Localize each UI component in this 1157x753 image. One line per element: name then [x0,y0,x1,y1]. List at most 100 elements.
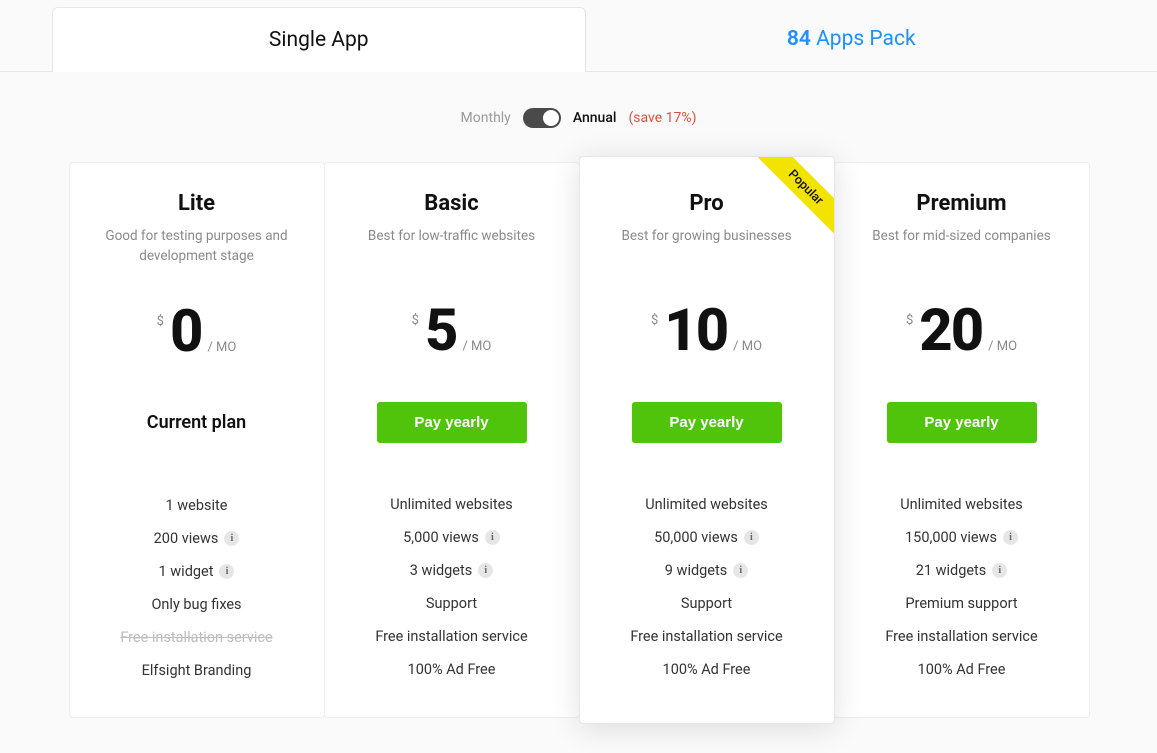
price-amount: 5 [425,302,456,360]
price-amount: 10 [664,302,727,360]
feature-text: 1 website [166,497,228,514]
billing-annual-label[interactable]: Annual [573,110,617,126]
feature-item: Elfsight Branding [88,654,306,687]
feature-item: Support [598,587,816,620]
info-icon[interactable]: i [224,531,239,546]
pay-yearly-button[interactable]: Pay yearly [632,402,782,443]
plan-price: $20 / MO [853,302,1071,360]
feature-item: 1 website [88,489,306,522]
billing-switch[interactable] [523,108,561,128]
info-icon[interactable]: i [1003,530,1018,545]
plan-subtitle: Good for testing purposes and developmen… [88,226,306,267]
feature-text: Unlimited websites [390,496,513,513]
plan-card-pro: PopularProBest for growing businesses$10… [579,156,835,724]
feature-item: Free installation service [598,620,816,653]
plan-name: Premium [853,191,1071,216]
feature-text: Free installation service [120,629,272,646]
feature-item: 3 widgets i [343,554,561,587]
plan-price: $10 / MO [598,302,816,360]
feature-text: Unlimited websites [900,496,1023,513]
info-icon[interactable]: i [485,530,500,545]
plan-subtitle: Best for mid-sized companies [853,226,1071,266]
feature-text: 5,000 views [403,529,479,546]
feature-text: 100% Ad Free [408,661,496,678]
plan-features: 1 website 200 views i 1 widget i Only bug fix… [88,489,306,687]
feature-text: Only bug fixes [151,596,241,613]
plan-subtitle: Best for low-traffic websites [343,226,561,266]
feature-item: Free installation service [853,620,1071,653]
feature-text: Premium support [905,595,1017,612]
feature-text: Elfsight Branding [142,662,252,679]
feature-item: Free installation service [88,621,306,654]
feature-item: 9 widgets i [598,554,816,587]
plan-features: Unlimited websites150,000 viewsi21 widge… [853,488,1071,686]
info-icon[interactable]: i [478,563,493,578]
feature-text: 9 widgets [665,562,727,579]
feature-item: Only bug fixes [88,588,306,621]
price-period: / MO [733,339,762,354]
feature-text: 100% Ad Free [918,661,1006,678]
pay-yearly-button[interactable]: Pay yearly [887,402,1037,443]
plan-cta: Pay yearly [343,400,561,444]
feature-text: 1 widget [159,563,214,580]
billing-monthly-label[interactable]: Monthly [461,110,511,126]
feature-text: Support [681,595,732,612]
feature-text: Support [426,595,477,612]
feature-item: Support [343,587,561,620]
billing-save-label: (save 17%) [628,110,696,126]
feature-text: 50,000 views [654,529,738,546]
price-currency: $ [651,313,658,328]
plan-card-lite: Lite Good for testing purposes and develo… [69,162,325,718]
feature-item: 100% Ad Free [853,653,1071,686]
pricing-tabs: Single App 84 Apps Pack [0,0,1157,72]
tab-single-app[interactable]: Single App [52,7,586,72]
plan-features: Unlimited websites 5,000 views i 3 widgets i… [343,488,561,686]
current-plan-label: Current plan [147,412,246,433]
price-amount: 0 [170,303,201,361]
feature-item: Unlimited websites [343,488,561,521]
feature-item: 50,000 views i [598,521,816,554]
plan-card-premium: Premium Best for mid-sized companies $20 / … [834,162,1090,718]
feature-item: 21 widgets i [853,554,1071,587]
price-period: / MO [207,340,236,355]
info-icon[interactable]: i [733,563,748,578]
price-period: / MO [988,339,1017,354]
plan-subtitle: Best for growing businesses [598,226,816,266]
plan-price: $0 / MO [88,303,306,361]
plans-grid: Lite Good for testing purposes and develo… [69,162,1089,718]
plan-name: Lite [88,191,306,216]
feature-item: Unlimited websites [598,488,816,521]
feature-item: 1 widget i [88,555,306,588]
plan-card-basic: Basic Best for low-traffic websites $5/ MO… [324,162,580,718]
plan-cta: Current plan [88,401,306,445]
tab-apps-pack[interactable]: 84 Apps Pack [586,7,1118,71]
billing-switch-knob [543,110,559,126]
feature-item: Premium support [853,587,1071,620]
feature-item: 5,000 views i [343,521,561,554]
feature-item: 200 views i [88,522,306,555]
feature-item: 100% Ad Free [343,653,561,686]
info-icon[interactable]: i [744,530,759,545]
plan-cta: Pay yearly [598,400,816,444]
plan-price: $5/ MO [343,302,561,360]
info-icon[interactable]: i [992,563,1007,578]
plan-features: Unlimited websites50,000 viewsi9 widgets… [598,488,816,686]
feature-text: 100% Ad Free [663,661,751,678]
pay-yearly-button[interactable]: Pay yearly [377,402,527,443]
plan-name: Basic [343,191,561,216]
price-amount: 20 [919,302,982,360]
feature-text: 3 widgets [410,562,472,579]
price-currency: $ [157,314,164,329]
feature-text: 21 widgets [916,562,987,579]
plan-cta: Pay yearly [853,400,1071,444]
feature-text: Free installation service [375,628,527,645]
tab-pack-count: 84 [787,27,811,51]
price-currency: $ [906,313,913,328]
info-icon[interactable]: i [219,564,234,579]
billing-toggle-row: Monthly Annual (save 17%) [0,72,1157,162]
feature-text: 150,000 views [905,529,997,546]
tab-pack-suffix: Apps Pack [816,27,916,51]
feature-text: Free installation service [885,628,1037,645]
feature-item: 150,000 views i [853,521,1071,554]
feature-text: 200 views [154,530,219,547]
